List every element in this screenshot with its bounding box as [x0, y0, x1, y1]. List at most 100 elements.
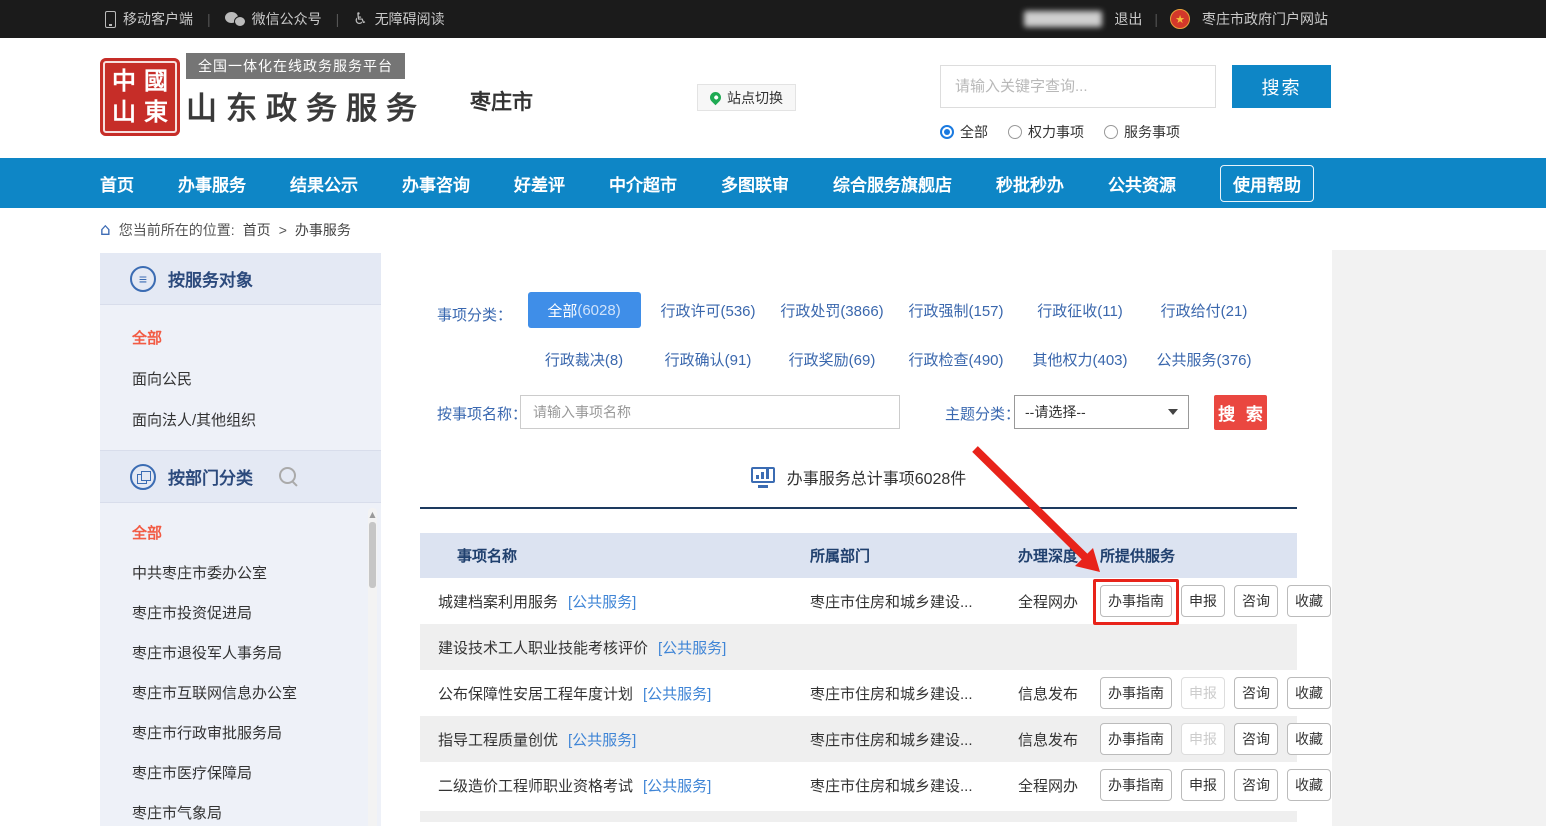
category-label: 事项分类： — [437, 304, 512, 325]
category-tab[interactable]: 行政检查(490) — [908, 349, 1003, 370]
item-tag-link[interactable]: [公共服务] — [568, 729, 636, 750]
portal-link[interactable]: 枣庄市政府门户网站 — [1202, 9, 1328, 29]
keyword-search-button[interactable]: 搜索 — [1232, 65, 1331, 108]
search-scope-radio-全部[interactable]: 全部 — [940, 122, 988, 142]
service-object-item[interactable]: 面向公民 — [132, 358, 381, 399]
keyword-search-input[interactable] — [940, 65, 1216, 108]
department-item[interactable]: 枣庄市医疗保障局 — [132, 753, 381, 793]
category-tab[interactable]: 行政许可(536) — [660, 300, 755, 321]
scrollbar-thumb[interactable] — [369, 522, 376, 588]
search-scope-radio-服务事项[interactable]: 服务事项 — [1104, 122, 1180, 142]
action-button-办事指南[interactable]: 办事指南 — [1100, 677, 1172, 709]
seal-char: 國 — [144, 70, 168, 94]
nav-item[interactable]: 中介超市 — [609, 171, 677, 196]
search-scope-radio-权力事项[interactable]: 权力事项 — [1008, 122, 1084, 142]
breadcrumb-separator: > — [279, 222, 287, 238]
action-button-咨询[interactable]: 咨询 — [1234, 723, 1278, 755]
action-button-咨询[interactable]: 咨询 — [1234, 769, 1278, 801]
item-depth-cell: 全程网办 — [1010, 591, 1095, 612]
action-button-咨询[interactable]: 咨询 — [1234, 585, 1278, 617]
service-object-list: 全部面向公民面向法人/其他组织 — [100, 305, 381, 451]
category-tab[interactable]: 行政奖励(69) — [789, 349, 876, 370]
category-cell: 全部(6028) — [522, 292, 646, 328]
action-button-收藏[interactable]: 收藏 — [1287, 677, 1331, 709]
service-object-item[interactable]: 全部 — [132, 317, 381, 358]
scrollbar-up-icon[interactable]: ▲ — [368, 510, 377, 519]
topbar-link[interactable]: 移动客户端 — [105, 9, 193, 29]
table-header: 事项名称所属部门办理深度所提供服务 — [420, 533, 1297, 578]
action-button-收藏[interactable]: 收藏 — [1287, 723, 1331, 755]
topic-label: 主题分类： — [945, 403, 1020, 424]
department-item[interactable]: 枣庄市行政审批服务局 — [132, 713, 381, 753]
item-actions-cell: 办事指南申报咨询收藏 — [1095, 723, 1331, 755]
nav-help-button[interactable]: 使用帮助 — [1220, 165, 1314, 202]
department-item[interactable]: 枣庄市气象局 — [132, 793, 381, 826]
breadcrumb-home-link[interactable]: 首页 — [243, 220, 271, 240]
nav-item[interactable]: 首页 — [100, 171, 134, 196]
department-search-icon[interactable] — [279, 467, 299, 487]
filter-search-button[interactable]: 搜 索 — [1214, 395, 1267, 430]
item-tag-link[interactable]: [公共服务] — [658, 637, 726, 658]
action-button-咨询[interactable]: 咨询 — [1234, 677, 1278, 709]
radio-unchecked-icon[interactable] — [1104, 125, 1118, 139]
topic-select-value: --请选择-- — [1025, 402, 1086, 422]
item-name-cell: 二级造价工程师职业资格考试 [公共服务] — [420, 775, 810, 796]
topbar-link[interactable]: ♿无障碍阅读 — [353, 9, 444, 29]
site-switch-button[interactable]: 站点切换 — [697, 84, 796, 111]
department-item[interactable]: 中共枣庄市委办公室 — [132, 553, 381, 593]
item-name-link[interactable]: 公布保障性安居工程年度计划 — [438, 683, 633, 704]
item-tag-link[interactable]: [公共服务] — [643, 683, 711, 704]
nav-item[interactable]: 多图联审 — [721, 171, 789, 196]
seal-char: 東 — [144, 101, 168, 125]
item-name-link[interactable]: 建设技术工人职业技能考核评价 — [438, 637, 648, 658]
sidebar-department-header: 按部门分类 — [100, 451, 381, 503]
radio-unchecked-icon[interactable] — [1008, 125, 1022, 139]
nav-item[interactable]: 好差评 — [514, 171, 565, 196]
logout-link[interactable]: 退出 — [1114, 9, 1142, 29]
category-tab[interactable]: 行政处罚(3866) — [780, 300, 883, 321]
nav-item[interactable]: 公共资源 — [1108, 171, 1176, 196]
item-name-link[interactable]: 城建档案利用服务 — [438, 591, 558, 612]
nav-item[interactable]: 办事服务 — [178, 171, 246, 196]
department-item[interactable]: 枣庄市互联网信息办公室 — [132, 673, 381, 713]
action-button-办事指南[interactable]: 办事指南 — [1100, 723, 1172, 755]
department-item[interactable]: 枣庄市投资促进局 — [132, 593, 381, 633]
item-name-input[interactable] — [520, 395, 900, 429]
item-name-label: 按事项名称： — [437, 403, 527, 424]
category-tab[interactable]: 公共服务(376) — [1156, 349, 1251, 370]
nav-item[interactable]: 办事咨询 — [402, 171, 470, 196]
department-item[interactable]: 枣庄市退役军人事务局 — [132, 633, 381, 673]
category-tab[interactable]: 行政征收(11) — [1037, 300, 1123, 321]
category-tab[interactable]: 行政确认(91) — [665, 349, 752, 370]
item-name-cell: 指导工程质量创优 [公共服务] — [420, 729, 810, 750]
action-button-申报[interactable]: 申报 — [1181, 769, 1225, 801]
breadcrumb-current[interactable]: 办事服务 — [295, 220, 351, 240]
action-button-收藏[interactable]: 收藏 — [1287, 585, 1331, 617]
topbar-link[interactable]: 微信公众号 — [225, 9, 322, 29]
accessibility-icon: ♿ — [353, 11, 367, 27]
item-tag-link[interactable]: [公共服务] — [568, 591, 636, 612]
item-dept-cell: 枣庄市住房和城乡建设... — [810, 591, 1010, 612]
topic-select[interactable]: --请选择-- — [1014, 395, 1189, 429]
action-button-办事指南[interactable]: 办事指南 — [1100, 769, 1172, 801]
category-tab[interactable]: 行政强制(157) — [908, 300, 1003, 321]
item-name-link[interactable]: 二级造价工程师职业资格考试 — [438, 775, 633, 796]
category-tab[interactable]: 行政给付(21) — [1161, 300, 1248, 321]
department-scrollbar[interactable]: ▲ — [368, 508, 377, 826]
item-name-link[interactable]: 指导工程质量创优 — [438, 729, 558, 750]
nav-item[interactable]: 结果公示 — [290, 171, 358, 196]
item-actions-cell: 办事指南申报咨询收藏 — [1095, 585, 1331, 617]
item-tag-link[interactable]: [公共服务] — [643, 775, 711, 796]
action-button-收藏[interactable]: 收藏 — [1287, 769, 1331, 801]
nav-item[interactable]: 秒批秒办 — [996, 171, 1064, 196]
table-row: 指导工程质量创优[公共服务]枣庄市住房和城乡建设...信息发布办事指南申报咨询收… — [420, 716, 1297, 762]
nav-item[interactable]: 综合服务旗舰店 — [833, 171, 952, 196]
department-item[interactable]: 全部 — [132, 513, 381, 553]
action-button-办事指南[interactable]: 办事指南 — [1100, 585, 1172, 617]
service-object-item[interactable]: 面向法人/其他组织 — [132, 399, 381, 440]
category-tab[interactable]: 行政裁决(8) — [545, 349, 623, 370]
category-tab-active[interactable]: 全部(6028) — [528, 292, 641, 328]
action-button-申报[interactable]: 申报 — [1181, 585, 1225, 617]
category-tab[interactable]: 其他权力(403) — [1032, 349, 1127, 370]
radio-checked-icon[interactable] — [940, 125, 954, 139]
